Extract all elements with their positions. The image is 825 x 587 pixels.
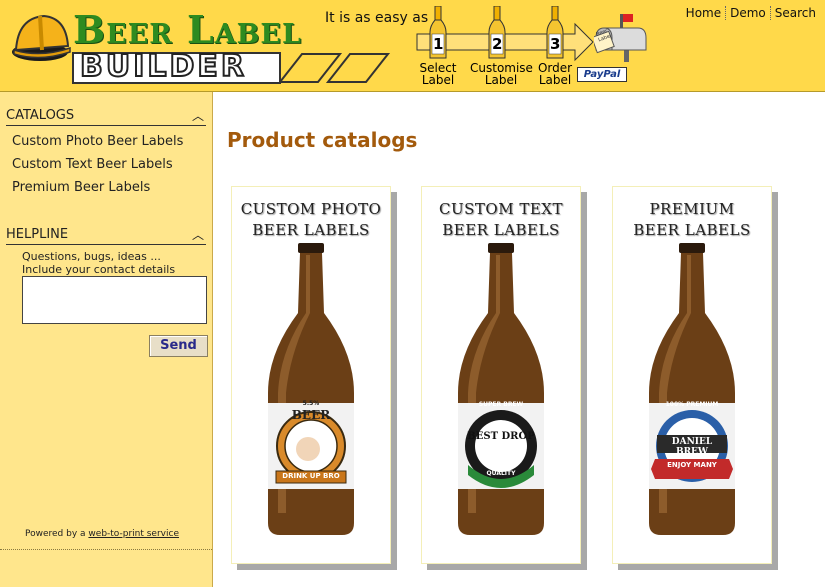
- label-main-text: BEER: [291, 408, 331, 422]
- label-top-text: 100% PREMIUM: [665, 401, 719, 408]
- catalogs-heading-label: CATALOGS: [6, 108, 75, 123]
- sidebar-item-custom-text[interactable]: Custom Text Beer Labels: [12, 157, 173, 172]
- chevron-up-icon[interactable]: ︿: [192, 226, 204, 243]
- beer-bottle-image[interactable]: [643, 243, 741, 543]
- sidebar: CATALOGS ︿ Custom Photo Beer Labels Cust…: [0, 92, 213, 587]
- step-3-number: 3: [550, 35, 561, 53]
- step-2-label-line2: Label: [484, 73, 518, 87]
- label-ribbon-text: DRINK UP BRO: [282, 472, 340, 480]
- label-top-text: SUPER BREW: [478, 401, 524, 408]
- nav-home-link[interactable]: Home: [682, 6, 725, 20]
- label-main-text: DANIEL BREW: [671, 437, 713, 457]
- card-title: CUSTOM PHOTO BEER LABELS: [232, 199, 390, 241]
- card-title: PREMIUM BEER LABELS: [613, 199, 771, 241]
- sidebar-divider: [0, 549, 212, 550]
- card-title: CUSTOM TEXT BEER LABELS: [422, 199, 580, 241]
- helpline-heading[interactable]: HELPLINE ︿: [6, 227, 206, 245]
- card-title-line2: BEER LABELS: [442, 221, 560, 239]
- step-1-label-line2: Label: [421, 73, 455, 87]
- web-to-print-link[interactable]: web-to-print service: [88, 529, 179, 539]
- beer-bottle-image[interactable]: [262, 243, 360, 543]
- nav-demo-link[interactable]: Demo: [725, 6, 770, 20]
- helpline-message-input[interactable]: [22, 276, 207, 324]
- card-title-line1: CUSTOM PHOTO: [240, 200, 382, 218]
- powered-by-text: Powered by a web-to-print service: [25, 529, 179, 539]
- step-1-number: 1: [433, 35, 444, 53]
- card-title-line2: BEER LABELS: [633, 221, 751, 239]
- header: Beer Label BUILDER It is as easy as 1 2 …: [0, 0, 825, 92]
- step-3-label-line2: Label: [538, 73, 572, 87]
- step-2-number: 2: [492, 35, 503, 53]
- logo-text-top: Beer Label: [73, 7, 302, 52]
- catalog-card-premium[interactable]: PREMIUM BEER LABELS 100% PREMIUM DANIEL …: [612, 186, 772, 564]
- helpline-text-1: Questions, bugs, ideas ...: [22, 250, 161, 263]
- logo-text-bottom-box: BUILDER: [72, 48, 281, 85]
- powered-prefix: Powered by a: [25, 529, 86, 539]
- helpline-text-2: Include your contact details: [22, 263, 176, 276]
- step-2-label[interactable]: Customise Label: [470, 62, 533, 87]
- sidebar-item-premium[interactable]: Premium Beer Labels: [12, 180, 150, 195]
- hard-hat-icon: [12, 14, 71, 61]
- label-ribbon-text: ENJOY MANY: [667, 461, 717, 469]
- step-1-label[interactable]: Select Label: [411, 62, 465, 86]
- label-ribbon-text: QUALITY: [486, 470, 516, 477]
- card-title-line1: CUSTOM TEXT: [439, 200, 563, 218]
- logo-stripes: [280, 53, 391, 83]
- easy-as-text: It is as easy as: [325, 10, 429, 26]
- helpline-heading-label: HELPLINE: [6, 227, 69, 242]
- beer-bottle-image[interactable]: [452, 243, 550, 543]
- card-title-line1: PREMIUM: [649, 200, 735, 218]
- label-top-text: 5.5%: [302, 400, 320, 407]
- sidebar-item-custom-photo[interactable]: Custom Photo Beer Labels: [12, 134, 183, 149]
- page-title: Product catalogs: [227, 128, 418, 152]
- label-main-text: BEST DROP: [467, 431, 535, 442]
- catalog-card-custom-photo[interactable]: CUSTOM PHOTO BEER LABELS 5.5% BEER DRINK…: [231, 186, 391, 564]
- chevron-up-icon[interactable]: ︿: [192, 107, 204, 124]
- nav-search-link[interactable]: Search: [769, 6, 820, 20]
- card-title-line2: BEER LABELS: [252, 221, 370, 239]
- top-nav: Home Demo Search: [682, 6, 820, 20]
- catalogs-heading[interactable]: CATALOGS ︿: [6, 108, 206, 126]
- paypal-badge: PayPal: [577, 67, 627, 82]
- step-3-label[interactable]: Order Label: [530, 62, 580, 86]
- logo-text-bottom: BUILDER: [79, 48, 248, 85]
- send-button[interactable]: Send: [149, 335, 208, 357]
- catalog-card-custom-text[interactable]: CUSTOM TEXT BEER LABELS SUPER BREW BEST …: [421, 186, 581, 564]
